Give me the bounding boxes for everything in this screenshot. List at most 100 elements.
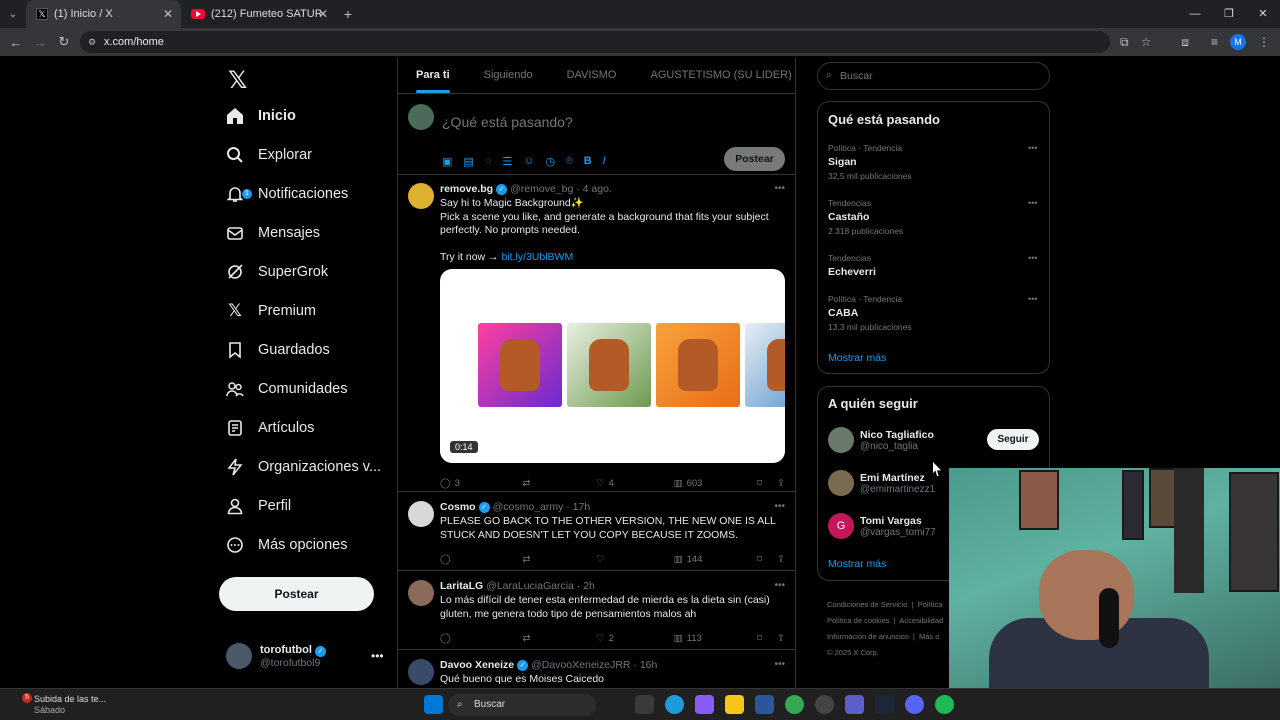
footer-link[interactable]: Política bbox=[918, 600, 943, 609]
menu-icon[interactable]: ⋮ bbox=[1258, 35, 1270, 49]
share-button[interactable]: ⇪ bbox=[777, 633, 785, 644]
teams-icon[interactable] bbox=[845, 695, 864, 714]
footer-link[interactable]: Política de cookies bbox=[827, 616, 890, 625]
bookmark-button[interactable]: ⌑ bbox=[757, 554, 777, 565]
repost-button[interactable]: ⇄ bbox=[523, 633, 597, 644]
more-horizontal-icon[interactable]: ••• bbox=[774, 580, 785, 591]
follow-button[interactable]: Seguir bbox=[987, 429, 1039, 450]
footer-link[interactable]: Información de anuncios bbox=[827, 632, 909, 641]
tweet-author[interactable]: remove.bg bbox=[440, 183, 493, 195]
footer-link[interactable]: Condiciones de Servicio bbox=[827, 600, 907, 609]
nav-inicio[interactable]: Inicio bbox=[226, 98, 296, 134]
close-window-icon[interactable]: ✕ bbox=[1246, 0, 1280, 28]
nav-premium[interactable]: 𝕏 Premium bbox=[226, 293, 316, 329]
tweet-author[interactable]: Davoo Xeneize bbox=[440, 659, 514, 671]
outlook-icon[interactable] bbox=[755, 695, 774, 714]
tab-agustetismo[interactable]: AGUSTETISMO (SU LIDER) bbox=[651, 58, 792, 93]
tweet[interactable]: LaritaLG @LaraLuciaGarcia · 2h ••• Lo má… bbox=[398, 571, 795, 650]
nav-comunidades[interactable]: Comunidades bbox=[226, 371, 347, 407]
site-info-icon[interactable]: ⚙ bbox=[88, 31, 96, 53]
restore-icon[interactable]: ❐ bbox=[1212, 0, 1246, 28]
image-icon[interactable]: ▣ bbox=[442, 155, 452, 168]
gif-icon[interactable]: ▤ bbox=[463, 155, 473, 168]
location-icon[interactable]: ⌾ bbox=[566, 155, 573, 168]
like-button[interactable]: ♡ bbox=[596, 554, 674, 565]
reply-button[interactable]: ◯ bbox=[440, 633, 523, 644]
file-explorer-icon[interactable] bbox=[725, 695, 744, 714]
steam-icon[interactable] bbox=[875, 695, 894, 714]
follow-suggestion[interactable]: Emi Martínez @emimartinezz1 bbox=[828, 470, 935, 496]
schedule-icon[interactable]: ◷ bbox=[545, 155, 555, 168]
back-icon[interactable]: ← bbox=[4, 35, 28, 50]
tweet-link[interactable]: bit.ly/3UblBWM bbox=[501, 251, 573, 263]
nav-perfil[interactable]: Perfil bbox=[226, 488, 291, 524]
close-tab-icon[interactable]: ✕ bbox=[318, 7, 328, 21]
extensions-icon[interactable]: ⧈ bbox=[1181, 35, 1189, 50]
address-bar[interactable]: ⚙ x.com/home bbox=[80, 31, 1110, 53]
more-horizontal-icon[interactable]: ••• bbox=[1028, 294, 1037, 304]
nav-articulos[interactable]: Artículos bbox=[226, 410, 314, 446]
nav-notificaciones[interactable]: 1 Notificaciones bbox=[226, 176, 348, 212]
footer-link[interactable]: Accesibilidad bbox=[899, 616, 943, 625]
like-button[interactable]: ♡ 2 bbox=[596, 633, 674, 644]
more-horizontal-icon[interactable]: ••• bbox=[774, 659, 785, 670]
emoji-icon[interactable]: ☺ bbox=[523, 155, 534, 168]
trend-item[interactable]: Política · Tendencia Sigan 32,5 mil publ… bbox=[828, 143, 1037, 181]
tweet-author[interactable]: Cosmo bbox=[440, 501, 476, 513]
views-button[interactable]: ▥ 603 bbox=[674, 478, 758, 489]
tab-davismo[interactable]: DAVISMO bbox=[567, 58, 617, 93]
views-button[interactable]: ▥ 113 bbox=[674, 633, 758, 644]
tweet-author[interactable]: LaritaLG bbox=[440, 580, 483, 592]
spotify-icon[interactable] bbox=[935, 695, 954, 714]
more-horizontal-icon[interactable]: ••• bbox=[774, 183, 785, 194]
x-logo-icon[interactable]: 𝕏 bbox=[228, 66, 247, 95]
show-more-follow-link[interactable]: Mostrar más bbox=[828, 558, 886, 570]
new-tab-icon[interactable]: + bbox=[336, 6, 360, 22]
forward-icon[interactable]: → bbox=[28, 35, 52, 50]
install-app-icon[interactable]: ⧉ bbox=[1120, 35, 1129, 50]
tweet[interactable]: Davoo Xeneize ✓ @DavooXeneizeJRR · 16h •… bbox=[398, 650, 795, 688]
like-button[interactable]: ♡ 4 bbox=[596, 478, 674, 489]
bookmark-button[interactable]: ⌑ bbox=[757, 633, 777, 644]
tweet[interactable]: remove.bg ✓ @remove_bg · 4 ago. ••• Say … bbox=[398, 175, 795, 492]
more-horizontal-icon[interactable]: ••• bbox=[1028, 198, 1037, 208]
trend-item[interactable]: Tendencias Castaño 2.318 publicaciones •… bbox=[828, 198, 1037, 236]
nav-explorar[interactable]: Explorar bbox=[226, 137, 312, 173]
grok-icon[interactable]: ◌ bbox=[485, 155, 492, 168]
media-icon[interactable]: ≡ bbox=[1211, 35, 1218, 49]
browser-tab-x-home[interactable]: 𝕏 (1) Inicio / X ✕ bbox=[26, 0, 181, 28]
show-more-trends-link[interactable]: Mostrar más bbox=[828, 352, 886, 364]
tab-para-ti[interactable]: Para ti bbox=[416, 58, 450, 93]
copilot-icon[interactable] bbox=[695, 695, 714, 714]
bookmark-star-icon[interactable]: ☆ bbox=[1141, 35, 1152, 49]
edge-icon[interactable] bbox=[665, 695, 684, 714]
more-horizontal-icon[interactable]: ••• bbox=[774, 501, 785, 512]
tab-siguiendo[interactable]: Siguiendo bbox=[484, 58, 533, 93]
search-input[interactable]: ⌕ Buscar bbox=[817, 62, 1050, 90]
tab-search-icon[interactable]: ⌄ bbox=[0, 9, 26, 20]
tweet-video[interactable]: 0:14 bbox=[440, 269, 785, 463]
chrome-icon[interactable] bbox=[785, 695, 804, 714]
close-tab-icon[interactable]: ✕ bbox=[163, 7, 173, 21]
poll-icon[interactable]: ☰ bbox=[502, 155, 512, 168]
follow-suggestion[interactable]: Nico Tagliafico @nico_taglia bbox=[828, 427, 934, 453]
browser-tab-youtube[interactable]: (212) Fumeteo SATURADO - Pa ✕ bbox=[181, 0, 336, 28]
compose-input[interactable]: ¿Qué está pasando? bbox=[442, 114, 573, 130]
windows-start-icon[interactable] bbox=[424, 695, 443, 714]
bold-icon[interactable]: B bbox=[584, 155, 592, 168]
profile-avatar[interactable]: M bbox=[1230, 34, 1246, 50]
follow-suggestion[interactable]: G Tomi Vargas @vargas_tomi77 bbox=[828, 513, 936, 539]
nav-mas-opciones[interactable]: Más opciones bbox=[226, 527, 347, 563]
account-switcher[interactable]: torofutbol ✓ @torofutbol9 ••• bbox=[226, 643, 384, 669]
nav-supergrok[interactable]: SuperGrok bbox=[226, 254, 328, 290]
repost-button[interactable]: ⇄ bbox=[523, 554, 597, 565]
compose-post-button[interactable]: Postear bbox=[724, 147, 785, 171]
trend-item[interactable]: Política · Tendencia CABA 13,3 mil publi… bbox=[828, 294, 1037, 332]
discord-icon[interactable] bbox=[905, 695, 924, 714]
minimize-icon[interactable]: — bbox=[1178, 0, 1212, 28]
reload-icon[interactable]: ↻ bbox=[52, 34, 76, 50]
trend-item[interactable]: Tendencias Echeverri ••• bbox=[828, 253, 1037, 278]
taskbar-search[interactable]: ⌕ Buscar bbox=[448, 694, 596, 716]
taskbar-notification[interactable]: 5 Subida de las te... Sábado bbox=[12, 693, 106, 716]
more-horizontal-icon[interactable]: ••• bbox=[1028, 253, 1037, 263]
